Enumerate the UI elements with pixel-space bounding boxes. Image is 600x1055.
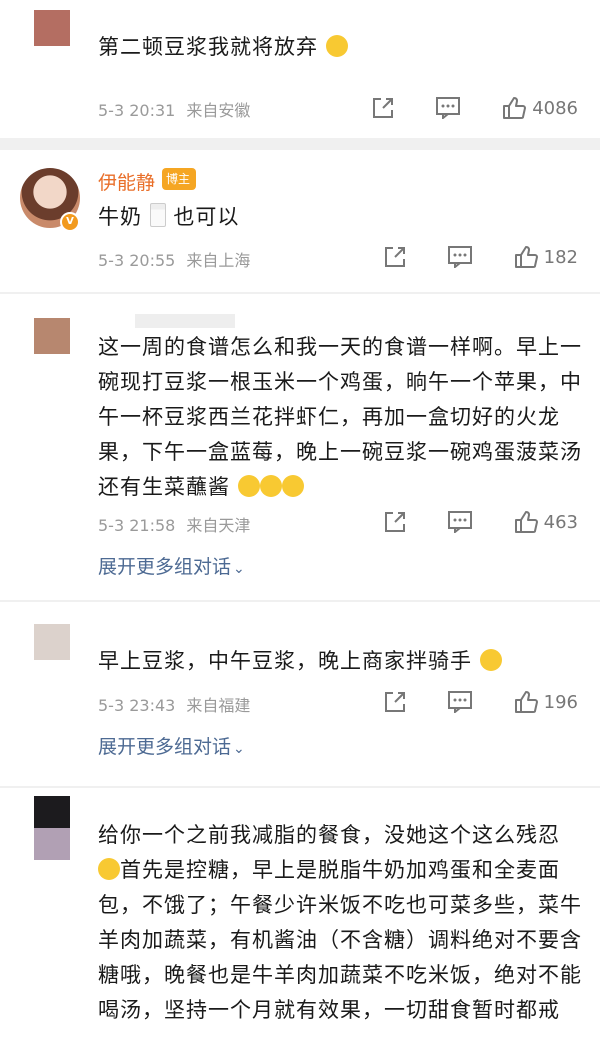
like-count: 4086	[532, 97, 578, 119]
chevron-down-icon: ⌄	[233, 741, 245, 757]
share-button[interactable]	[384, 691, 406, 713]
comment-text: 这一周的食谱怎么和我一天的食谱一样啊。早上一碗现打豆浆一根玉米一个鸡蛋，晌午一个…	[98, 335, 582, 499]
milk-emoji	[149, 203, 166, 227]
share-icon	[384, 692, 405, 712]
comment-icon	[447, 691, 472, 713]
crying-emoji	[237, 475, 260, 497]
blogger-badge: 博主	[162, 168, 197, 190]
comment-icon	[447, 246, 472, 268]
comment-2: V 伊能静 博主 牛奶 也可以 5-3 20:55 来自上海 182	[0, 150, 600, 292]
avatar[interactable]	[34, 10, 70, 46]
comment-button[interactable]	[447, 691, 472, 713]
like-icon	[514, 246, 538, 268]
grinning-sweat-emoji	[325, 35, 348, 57]
avatar[interactable]	[34, 796, 70, 860]
divider	[0, 138, 600, 150]
comment-time: 5-3 20:55	[98, 251, 176, 270]
comment-button[interactable]	[436, 97, 461, 119]
comment-time: 5-3 23:43	[98, 696, 176, 715]
comment-5: 给你一个之前我减脂的餐食，没她这个这么残忍 首先是控糖，早上是脱脂牛奶加鸡蛋和全…	[0, 788, 600, 1055]
like-button[interactable]: 4086	[502, 96, 578, 120]
comment-meta: 5-3 23:43 来自福建	[98, 692, 250, 716]
verified-icon: V	[60, 212, 80, 232]
like-count: 182	[543, 246, 578, 268]
username[interactable]: 伊能静	[98, 168, 155, 195]
comment-text: 给你一个之前我减脂的餐食，没她这个这么残忍 首先是控糖，早上是脱脂牛奶加鸡蛋和全…	[98, 823, 582, 1022]
share-icon	[373, 98, 394, 118]
comment-1: 第二顿豆浆我就将放弃 5-3 20:31 来自安徽 4086	[0, 0, 600, 138]
crying-emoji	[281, 475, 304, 497]
smiling-emoji	[479, 649, 502, 671]
share-button[interactable]	[384, 246, 406, 268]
grinning-emoji	[98, 858, 120, 880]
comment-actions: 4086	[330, 93, 578, 123]
like-count: 196	[543, 691, 578, 713]
comment-actions: 196	[342, 687, 578, 717]
expand-more-link[interactable]: 展开更多组对话 ⌄	[98, 732, 245, 759]
like-button[interactable]: 196	[514, 690, 578, 714]
comment-time: 5-3 20:31	[98, 101, 176, 120]
like-button[interactable]: 463	[514, 510, 578, 534]
comment-button[interactable]	[447, 511, 472, 533]
comment-meta: 5-3 21:58 来自天津	[98, 512, 250, 536]
like-icon	[514, 691, 538, 713]
share-icon	[384, 512, 405, 532]
share-icon	[384, 247, 405, 267]
like-count: 463	[543, 511, 578, 533]
chevron-down-icon: ⌄	[233, 561, 245, 577]
badge-label: 博主	[166, 172, 191, 186]
comment-text: 第二顿豆浆我就将放弃	[98, 30, 582, 65]
expand-more-link[interactable]: 展开更多组对话 ⌄	[98, 552, 245, 579]
comment-4: 早上豆浆，中午豆浆，晚上商家拌骑手 5-3 23:43 来自福建 196 展开更…	[0, 602, 600, 786]
username-redacted	[135, 314, 235, 328]
comment-location: 来自福建	[186, 696, 251, 715]
like-icon	[503, 97, 527, 119]
comment-meta: 5-3 20:55 来自上海	[98, 247, 250, 271]
share-button[interactable]	[372, 97, 394, 119]
comment-meta: 5-3 20:31 来自安徽	[98, 97, 250, 121]
comment-location: 来自安徽	[186, 101, 251, 120]
comment-button[interactable]	[447, 246, 472, 268]
comment-location: 来自天津	[186, 516, 251, 535]
comment-actions: 182	[342, 242, 578, 272]
comment-text: 早上豆浆，中午豆浆，晚上商家拌骑手	[98, 644, 582, 679]
comment-text: 牛奶 也可以	[98, 203, 240, 229]
comment-location: 来自上海	[186, 251, 251, 270]
avatar[interactable]	[34, 624, 70, 660]
comment-actions: 463	[342, 507, 578, 537]
comment-icon	[447, 511, 472, 533]
crying-emoji	[259, 475, 282, 497]
comment-time: 5-3 21:58	[98, 516, 176, 535]
comment-icon	[436, 97, 461, 119]
avatar[interactable]	[34, 318, 70, 354]
like-button[interactable]: 182	[514, 245, 578, 269]
like-icon	[514, 511, 538, 533]
comment-3: 这一周的食谱怎么和我一天的食谱一样啊。早上一碗现打豆浆一根玉米一个鸡蛋，晌午一个…	[0, 294, 600, 600]
share-button[interactable]	[384, 511, 406, 533]
